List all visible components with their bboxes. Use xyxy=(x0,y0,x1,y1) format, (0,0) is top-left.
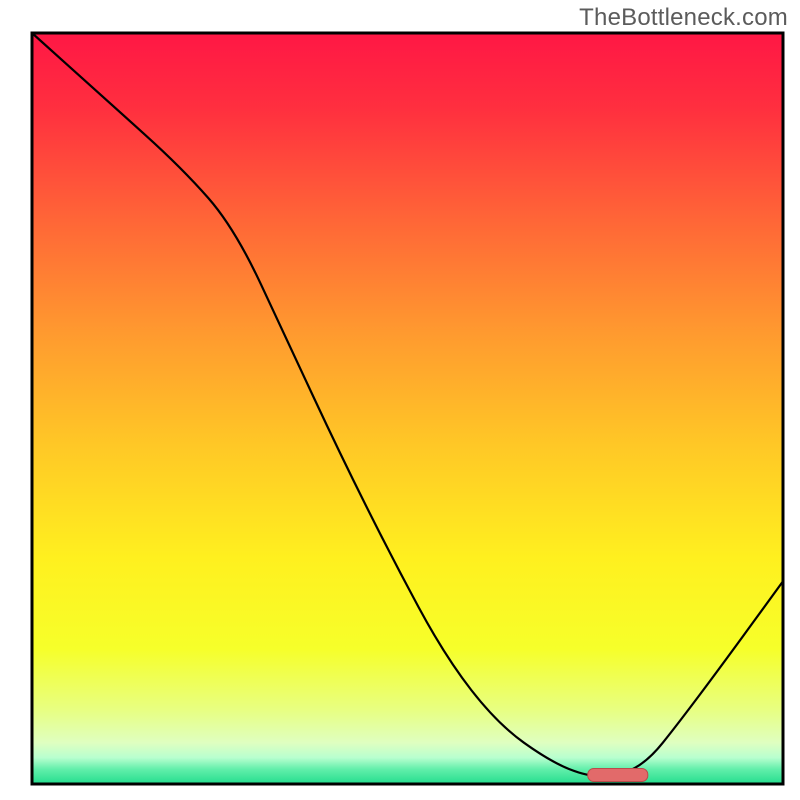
optimal-marker xyxy=(588,768,648,781)
bottleneck-chart xyxy=(0,0,800,800)
plot-background xyxy=(32,33,783,784)
chart-frame: TheBottleneck.com xyxy=(0,0,800,800)
